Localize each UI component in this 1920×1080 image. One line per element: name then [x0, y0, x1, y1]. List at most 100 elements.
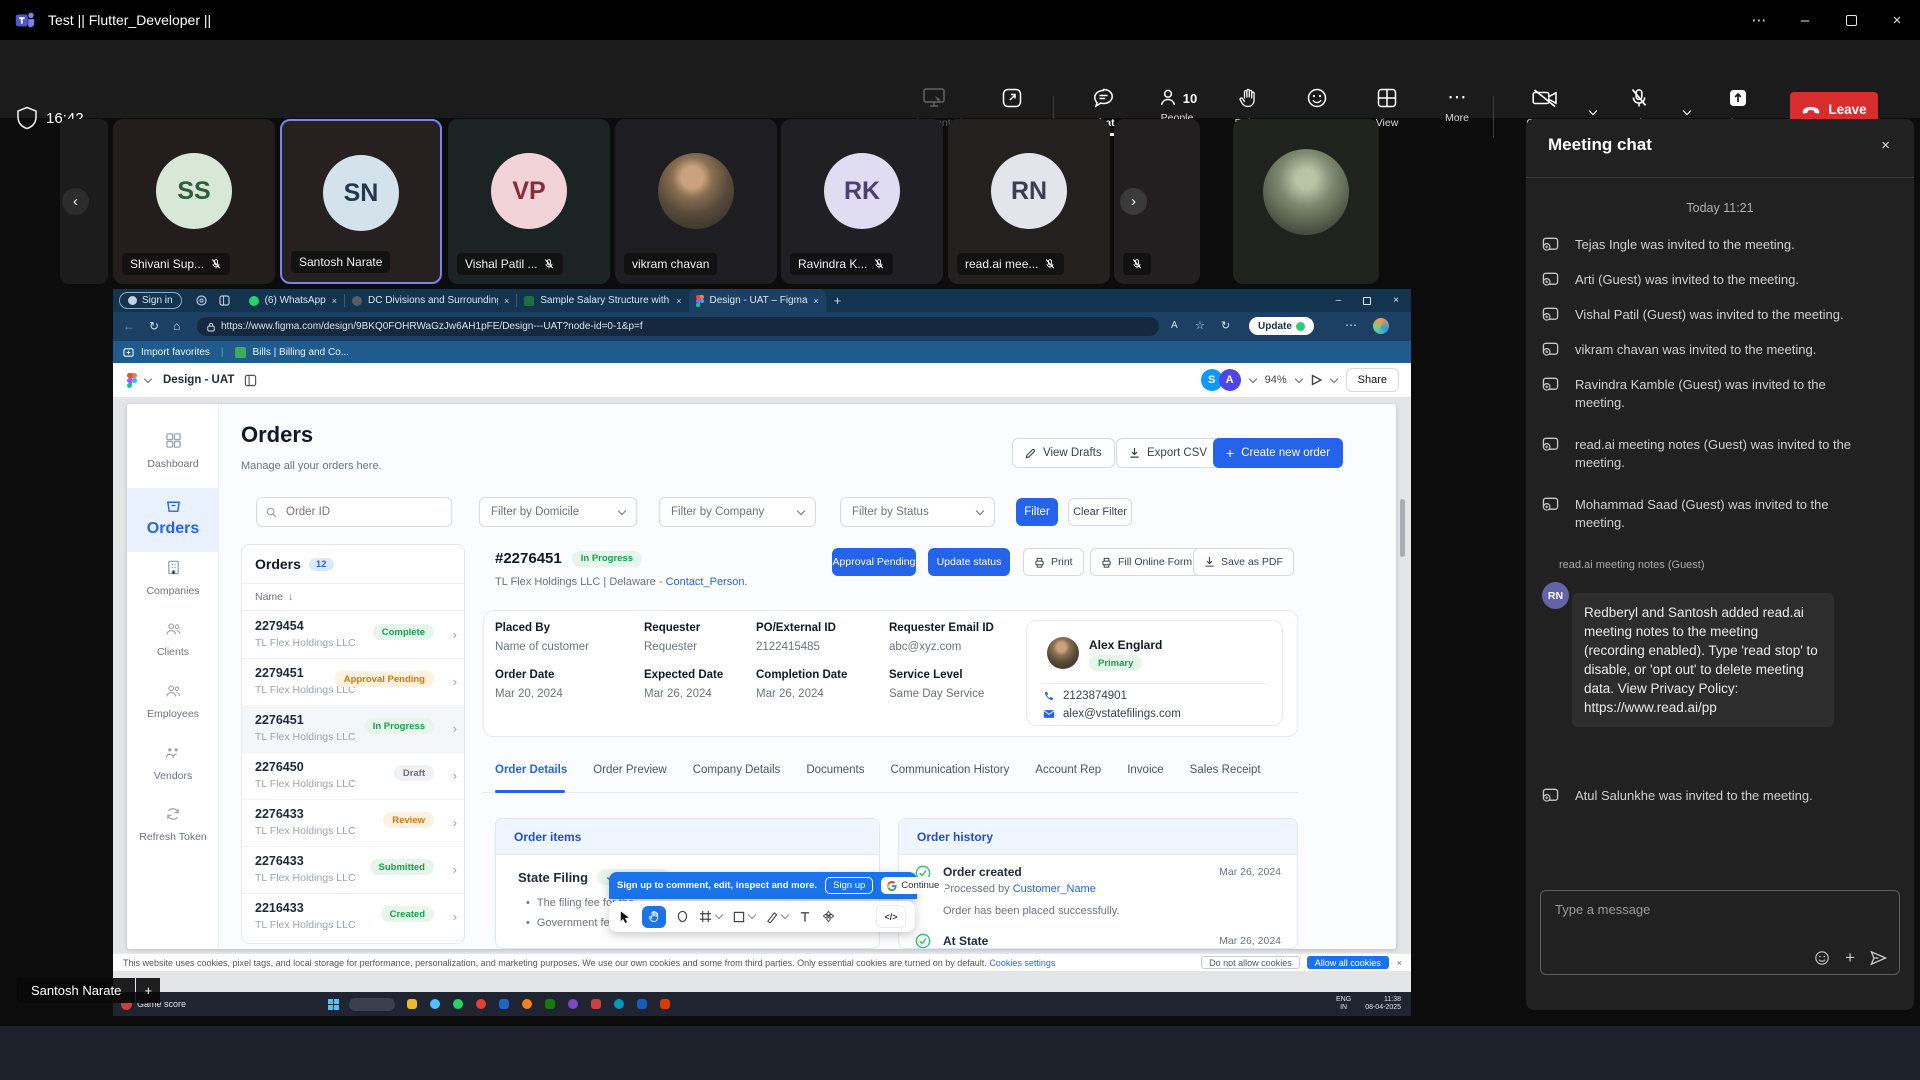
present-icon[interactable]	[1311, 374, 1322, 386]
start-icon[interactable]	[328, 999, 339, 1010]
edge-menu-icon[interactable]: ⋯	[1345, 318, 1357, 332]
filter-button[interactable]: Filter	[1016, 498, 1058, 526]
taskbar-app-icon[interactable]	[453, 999, 463, 1009]
sidebar-item-clients[interactable]: Clients	[127, 621, 219, 658]
move-tool-icon[interactable]	[618, 910, 631, 924]
contact-email[interactable]: alex@vstatefilings.com	[1063, 708, 1181, 720]
taskbar-app-icon[interactable]	[476, 999, 486, 1009]
hand-tool-icon-active[interactable]	[642, 906, 666, 928]
window-close-button[interactable]: ×	[1874, 0, 1920, 40]
frame-tool[interactable]	[699, 910, 722, 923]
order-row[interactable]: 2276433TL Flex Holdings LLC Submitted ›	[242, 847, 465, 894]
dev-mode-toggle[interactable]: </>	[876, 905, 906, 928]
component-tool-icon[interactable]	[822, 910, 835, 923]
zoom-level[interactable]: 94%	[1265, 374, 1287, 386]
search-pill[interactable]	[349, 998, 395, 1011]
participant-tile[interactable]: SS Shivani Sup...	[113, 119, 275, 284]
taskbar-app-icon[interactable]	[660, 999, 670, 1009]
window-maximize-button[interactable]	[1828, 0, 1874, 40]
figma-doc-title[interactable]: Design - UAT	[163, 374, 234, 386]
tab-invoice[interactable]: Invoice	[1127, 764, 1163, 776]
taskbar-app-icon[interactable]	[637, 999, 647, 1009]
edge-close-icon[interactable]: ×	[1393, 295, 1399, 306]
favorite-star-icon[interactable]: ☆	[1195, 319, 1205, 332]
print-button[interactable]: Print	[1023, 548, 1084, 576]
order-row[interactable]: 2279454TL Flex Holdings LLC Complete ›	[242, 612, 465, 659]
contact-person-link[interactable]: Contact_Person.	[666, 576, 748, 588]
sidebar-item-vendors[interactable]: Vendors	[127, 745, 219, 782]
cookie-settings-link[interactable]: Cookies settings	[989, 958, 1055, 968]
read-aloud-icon[interactable]: A	[1171, 320, 1178, 331]
workspaces-icon[interactable]	[196, 295, 207, 306]
tab-close-icon[interactable]: ×	[504, 296, 509, 306]
order-id-search[interactable]	[256, 497, 452, 527]
deny-cookies-button[interactable]: Do not allow cookies	[1201, 956, 1300, 969]
window-minimize-button[interactable]: –	[1782, 0, 1828, 40]
tab-order-details[interactable]: Order Details	[495, 764, 567, 776]
import-favorites-link[interactable]: Import favorites	[141, 347, 210, 358]
tab-order-preview[interactable]: Order Preview	[593, 764, 667, 776]
allow-cookies-button[interactable]: Allow all cookies	[1307, 956, 1389, 969]
message-input-field[interactable]	[1553, 901, 1883, 918]
browser-tab[interactable]: Sample Salary Structure with calc ×	[517, 289, 688, 312]
filter-status-dropdown[interactable]: Filter by Status	[840, 497, 995, 527]
layout-icon[interactable]	[244, 374, 257, 387]
chat-close-icon[interactable]: ×	[1881, 137, 1890, 154]
scroll-right-button[interactable]: ›	[1120, 188, 1147, 215]
back-icon[interactable]: ←	[123, 319, 135, 333]
shape-tool-icon[interactable]	[677, 910, 688, 923]
filter-company-dropdown[interactable]: Filter by Company	[659, 497, 816, 527]
window-more-button[interactable]: ⋯	[1736, 0, 1782, 40]
tab-documents[interactable]: Documents	[806, 764, 864, 776]
scroll-left-button[interactable]: ‹	[62, 188, 89, 215]
figma-logo-icon[interactable]	[127, 373, 137, 388]
create-new-order-button[interactable]: + Create new order	[1213, 438, 1343, 468]
edge-update-button[interactable]: Update	[1249, 317, 1314, 335]
participant-tile[interactable]: vikram chavan	[615, 119, 777, 284]
taskbar-app-icon[interactable]	[591, 999, 601, 1009]
view-drafts-button[interactable]: View Drafts	[1012, 438, 1115, 468]
tab-actions-icon[interactable]	[219, 295, 230, 306]
refresh-icon[interactable]: ↻	[149, 319, 159, 333]
order-row-selected[interactable]: 2276451TL Flex Holdings LLC In Progress …	[242, 706, 465, 753]
participant-tile[interactable]: RK Ravindra K...	[781, 119, 943, 284]
new-tab-button[interactable]: +	[834, 293, 842, 308]
edge-signin-button[interactable]: Sign in	[119, 292, 182, 309]
figma-share-button[interactable]: Share	[1346, 368, 1399, 392]
participant-tile-active-speaker[interactable]: SN Santosh Narate	[280, 119, 442, 284]
contact-phone[interactable]: 2123874901	[1063, 690, 1127, 702]
presenter-pin-button[interactable]: +	[136, 978, 160, 1003]
approval-pending-button[interactable]: Approval Pending	[832, 548, 916, 576]
fill-online-form-button[interactable]: Fill Online Form	[1090, 548, 1203, 576]
order-row[interactable]: 2276433TL Flex Holdings LLC Review ›	[242, 800, 465, 847]
edge-maximize-icon[interactable]	[1363, 297, 1371, 305]
browser-tab-active[interactable]: Design - UAT – Figma ×	[689, 289, 826, 312]
collaborator-avatar[interactable]: A	[1219, 369, 1241, 391]
sidebar-item-dashboard[interactable]: Dashboard	[127, 432, 219, 470]
participant-tile[interactable]: RN read.ai mee...	[948, 119, 1110, 284]
send-icon[interactable]	[1870, 950, 1887, 966]
text-tool-icon[interactable]	[799, 911, 811, 923]
order-row[interactable]: 2216433TL Flex Holdings LLC Created ›	[242, 894, 465, 941]
browser-tab[interactable]: (6) WhatsApp ×	[242, 289, 344, 312]
more-button[interactable]: ⋯ More	[1415, 87, 1499, 124]
order-row[interactable]: 2279451TL Flex Holdings LLC Approval Pen…	[242, 659, 465, 706]
cookie-close-icon[interactable]: ×	[1397, 958, 1402, 968]
bookmark-link[interactable]: Bills | Billing and Co...	[253, 347, 350, 358]
customer-name-link[interactable]: Customer_Name	[1013, 883, 1096, 895]
export-csv-button[interactable]: Export CSV	[1116, 438, 1220, 468]
edge-minimize-icon[interactable]: –	[1336, 295, 1342, 306]
rectangle-tool[interactable]	[733, 911, 755, 923]
chat-message-input[interactable]: +	[1540, 890, 1900, 975]
list-column-header[interactable]: Name↓	[242, 583, 464, 611]
taskbar-app-icon[interactable]	[568, 999, 578, 1009]
edge-profile-avatar[interactable]	[1373, 318, 1389, 334]
filter-domicile-dropdown[interactable]: Filter by Domicile	[479, 497, 637, 527]
pen-tool[interactable]	[766, 911, 788, 923]
collections-icon[interactable]: ↻	[1221, 319, 1230, 332]
tab-close-icon[interactable]: ×	[332, 296, 337, 306]
taskbar-app-icon[interactable]	[499, 999, 509, 1009]
shared-language-switcher[interactable]: ENGIN	[1336, 996, 1351, 1012]
tab-close-icon[interactable]: ×	[676, 296, 681, 306]
order-row[interactable]: 2276450TL Flex Holdings LLC Draft ›	[242, 753, 465, 800]
